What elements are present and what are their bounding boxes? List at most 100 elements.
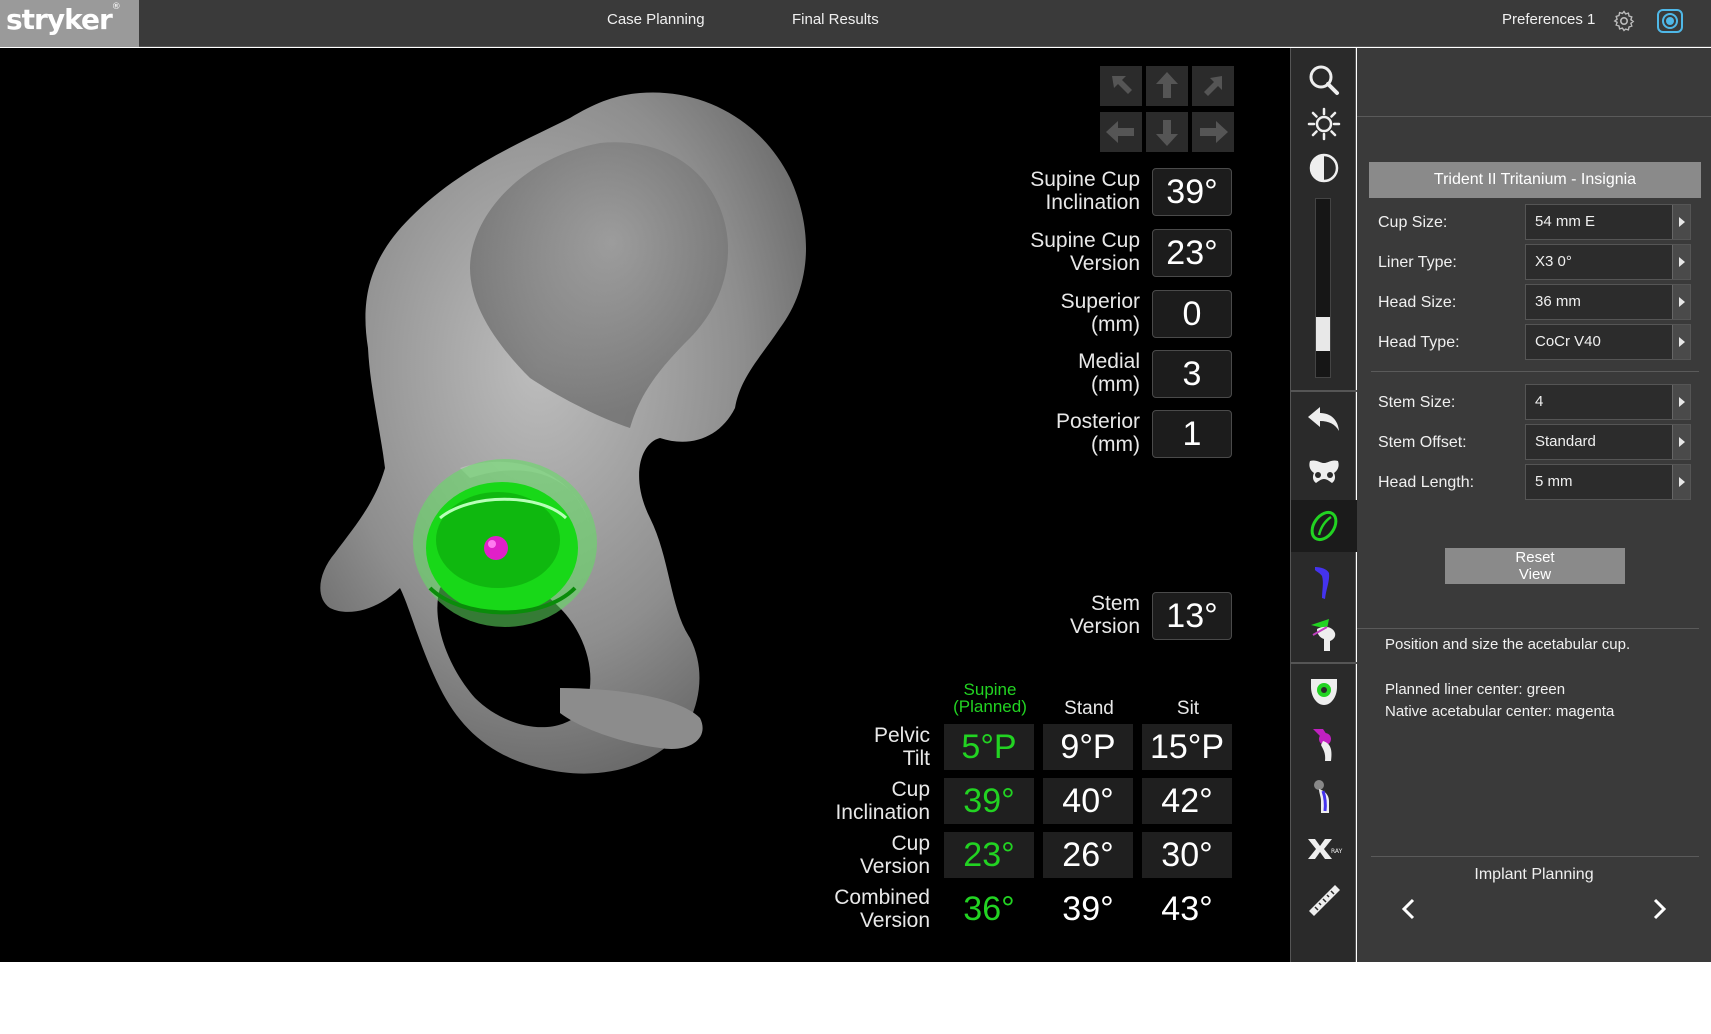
- cup-size-label: Cup Size:: [1378, 214, 1448, 231]
- cup-inclination-stand: 40°: [1043, 778, 1133, 824]
- nav-case-planning[interactable]: Case Planning: [607, 0, 705, 42]
- contrast-icon: [1309, 153, 1339, 183]
- stem-offset-select[interactable]: Standard: [1525, 424, 1691, 460]
- xray-icon: RAY: [1308, 839, 1343, 859]
- nav-final-results[interactable]: Final Results: [792, 0, 879, 42]
- undo-tool[interactable]: [1291, 394, 1357, 446]
- liner-type-select[interactable]: X3 0°: [1525, 244, 1691, 280]
- 3d-viewport[interactable]: Supine Cup Inclination 39° Supine Cup Vers…: [0, 48, 1290, 962]
- stem-size-label: Stem Size:: [1378, 394, 1456, 411]
- previous-step-button[interactable]: [1397, 894, 1421, 924]
- brightness-slider-thumb[interactable]: [1316, 317, 1330, 352]
- hip-joint-view-tool[interactable]: [1291, 718, 1357, 770]
- top-bar: stryker® Case Planning Final Results Pre…: [0, 0, 1711, 47]
- femur-resection-tool[interactable]: [1291, 608, 1357, 660]
- acetabulum-icon: [1311, 679, 1337, 705]
- reset-view-button[interactable]: Reset View: [1445, 548, 1625, 584]
- stem-version-label: Stem Version: [1069, 592, 1140, 638]
- panel-divider: [1357, 628, 1699, 629]
- implant-title[interactable]: Trident II Tritanium - Insignia: [1369, 162, 1701, 198]
- stem-offset-label: Stem Offset:: [1378, 434, 1467, 451]
- row-label-cup-version: Cup Version: [859, 832, 930, 878]
- xray-view-tool[interactable]: RAY: [1291, 822, 1357, 874]
- stem-planning-tool[interactable]: [1291, 556, 1357, 608]
- stem-version-value[interactable]: 13°: [1152, 592, 1232, 640]
- column-stand: Stand: [1064, 698, 1114, 719]
- head-size-label: Head Size:: [1378, 294, 1457, 311]
- brightness-slider[interactable]: [1315, 198, 1331, 378]
- cup-version-stand: 26°: [1043, 832, 1133, 878]
- chevron-right-icon[interactable]: [1672, 465, 1690, 499]
- supine-cup-inclination-value[interactable]: 39°: [1152, 168, 1232, 216]
- row-label-combined-version: Combined Version: [834, 886, 930, 932]
- step-label: Implant Planning: [1474, 866, 1594, 883]
- head-type-select[interactable]: CoCr V40: [1525, 324, 1691, 360]
- combined-version-supine: 36°: [963, 890, 1015, 928]
- medial-value[interactable]: 3: [1152, 350, 1232, 398]
- cup-inclination-sit: 42°: [1142, 778, 1232, 824]
- preferences-label[interactable]: Preferences 1: [1502, 0, 1595, 40]
- chevron-right-icon: [1653, 898, 1667, 920]
- panel-divider: [1357, 116, 1711, 117]
- posterior-value[interactable]: 1: [1152, 410, 1232, 458]
- head-length-label: Head Length:: [1378, 474, 1475, 491]
- posterior-label: Posterior (mm): [1055, 410, 1140, 456]
- stem-size-select[interactable]: 4: [1525, 384, 1691, 420]
- panel-divider: [1371, 856, 1699, 857]
- cup-inclination-supine: 39°: [944, 778, 1034, 824]
- arrow-up-right-button[interactable]: [1192, 66, 1234, 106]
- next-step-button[interactable]: [1647, 894, 1671, 924]
- column-supine-planned: Supine (Planned): [953, 680, 1027, 716]
- hip-joint-icon: [1313, 729, 1332, 761]
- tool-divider: [1291, 390, 1357, 392]
- gear-icon[interactable]: [1612, 9, 1636, 33]
- instructions-text: Position and size the acetabular cup. Pl…: [1385, 636, 1631, 720]
- supine-cup-inclination-label: Supine Cup Inclination: [1030, 168, 1140, 214]
- chevron-right-icon[interactable]: [1672, 205, 1690, 239]
- arrow-right-button[interactable]: [1192, 112, 1234, 152]
- chevron-right-icon[interactable]: [1672, 385, 1690, 419]
- pelvis-model[interactable]: [0, 48, 900, 962]
- row-label-pelvic-tilt: Pelvic Tilt: [873, 724, 930, 770]
- cup-version-supine: 23°: [944, 832, 1034, 878]
- liner-type-label: Liner Type:: [1378, 254, 1457, 271]
- arrow-down-button[interactable]: [1146, 112, 1188, 152]
- acetabulum-view-tool[interactable]: [1291, 666, 1357, 718]
- stryker-logo: stryker®: [0, 0, 139, 47]
- tool-strip: RAY: [1290, 48, 1357, 962]
- pelvic-tilt-supine: 5°P: [944, 724, 1034, 770]
- cup-size-select[interactable]: 54 mm E: [1525, 204, 1691, 240]
- chevron-right-icon[interactable]: [1672, 425, 1690, 459]
- arrow-left-button[interactable]: [1100, 112, 1142, 152]
- medial-label: Medial (mm): [1078, 350, 1140, 396]
- arrow-up-button[interactable]: [1146, 66, 1188, 106]
- brightness-icon: [1307, 107, 1341, 141]
- femur-stem-view-tool[interactable]: [1291, 770, 1357, 822]
- stem-icon: [1315, 567, 1330, 599]
- implant-panel: Trident II Tritanium - Insignia Cup Size…: [1357, 48, 1711, 962]
- supine-cup-version-value[interactable]: 23°: [1152, 229, 1232, 277]
- head-length-select[interactable]: 5 mm: [1525, 464, 1691, 500]
- nudge-arrow-pad: [1100, 66, 1234, 154]
- arrow-up-left-button[interactable]: [1100, 66, 1142, 106]
- cup-planning-tool[interactable]: [1291, 500, 1357, 552]
- svg-text:RAY: RAY: [1331, 848, 1343, 855]
- zoom-icon: [1309, 65, 1339, 95]
- chevron-right-icon[interactable]: [1672, 285, 1690, 319]
- pelvis-view-tool[interactable]: [1291, 446, 1357, 498]
- measure-tool[interactable]: [1291, 874, 1357, 926]
- head-type-label: Head Type:: [1378, 334, 1460, 351]
- superior-value[interactable]: 0: [1152, 290, 1232, 338]
- chevron-right-icon[interactable]: [1672, 325, 1690, 359]
- chevron-right-icon[interactable]: [1672, 245, 1690, 279]
- superior-label: Superior (mm): [1060, 290, 1140, 336]
- femur-resection-icon: [1311, 619, 1336, 651]
- cup-icon: [1310, 510, 1338, 542]
- head-size-select[interactable]: 36 mm: [1525, 284, 1691, 320]
- camera-icon[interactable]: [1656, 7, 1684, 35]
- combined-version-sit: 43°: [1161, 890, 1213, 928]
- chevron-left-icon: [1401, 898, 1415, 920]
- contrast-tool[interactable]: [1291, 142, 1357, 194]
- pelvic-tilt-stand: 9°P: [1043, 724, 1133, 770]
- undo-icon: [1308, 407, 1339, 431]
